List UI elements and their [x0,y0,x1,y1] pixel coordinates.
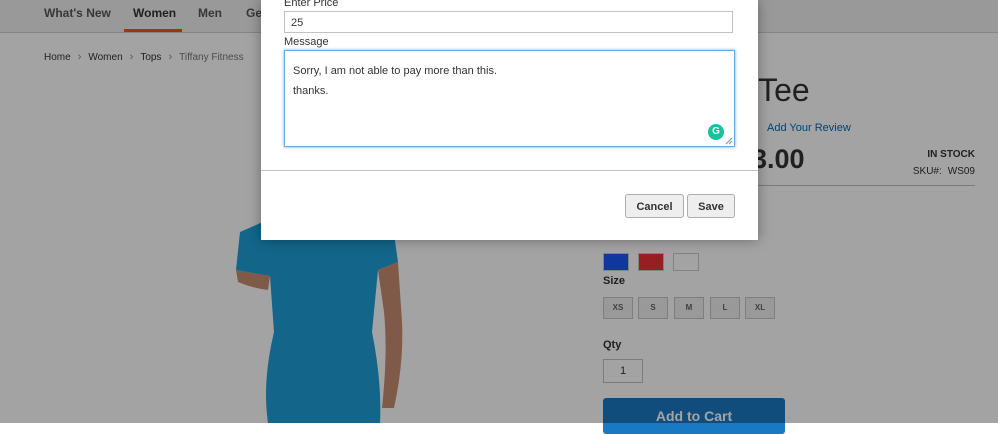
price-field-label: Enter Price [284,0,339,9]
grammarly-icon[interactable]: G [708,124,724,140]
save-button[interactable]: Save [687,194,735,218]
resize-handle-icon[interactable] [725,137,733,145]
make-offer-modal: Enter Price 25 Message Sorry, I am not a… [261,0,758,240]
message-line: thanks. [293,85,329,97]
message-field-label: Message [284,36,329,48]
cancel-button[interactable]: Cancel [625,194,684,218]
price-input[interactable]: 25 [284,11,733,33]
modal-divider [261,170,758,171]
message-textarea[interactable]: Sorry, I am not able to pay more than th… [284,50,735,147]
message-line: Sorry, I am not able to pay more than th… [293,65,498,77]
